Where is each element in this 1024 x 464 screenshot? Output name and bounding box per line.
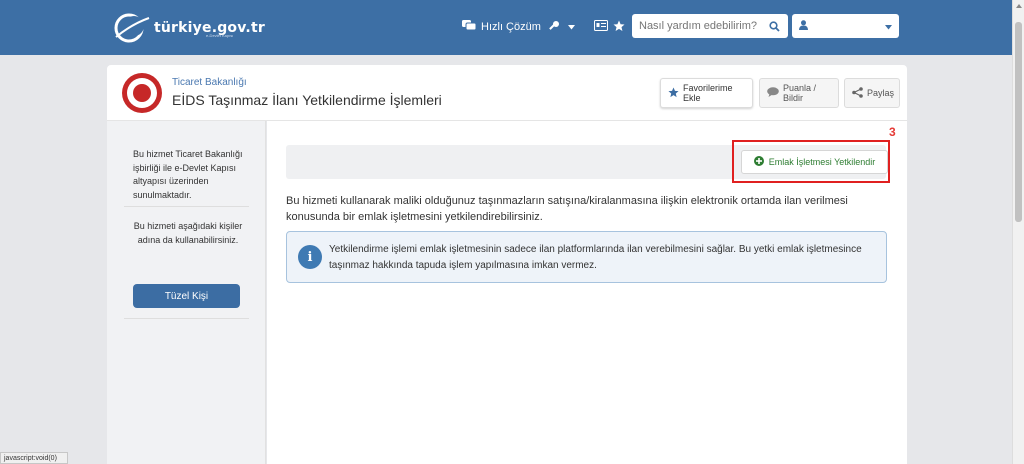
key-menu-button[interactable] xyxy=(548,16,575,38)
id-card-button[interactable] xyxy=(594,16,608,38)
share-button[interactable]: Paylaş xyxy=(844,78,900,108)
info-alert: i Yetkilendirme işlemi emlak işletmesini… xyxy=(286,231,887,283)
authorize-agency-button[interactable]: Emlak İşletmesi Yetkilendir xyxy=(741,150,888,174)
ministry-seal-icon xyxy=(122,73,162,113)
info-alert-text: Yetkilendirme işlemi emlak işletmesinin … xyxy=(329,244,862,271)
search-box xyxy=(632,14,788,38)
browser-status-bar: javascript:void(0) xyxy=(0,452,68,464)
key-icon xyxy=(548,20,560,35)
comment-icon xyxy=(767,87,779,99)
add-to-favorites-button[interactable]: Favorilerime Ekle xyxy=(660,78,753,108)
turkiye-gov-logo[interactable]: türkiye.gov.tr xyxy=(112,12,265,44)
share-icon xyxy=(852,86,863,100)
user-icon xyxy=(799,17,808,35)
sidebar-divider xyxy=(124,206,249,207)
star-icon xyxy=(668,86,679,100)
crescent-logo-icon xyxy=(112,12,150,44)
rate-report-button[interactable]: Puanla / Bildir xyxy=(759,78,839,108)
favorites-star-button[interactable] xyxy=(613,16,625,38)
ministry-name[interactable]: Ticaret Bakanlığı xyxy=(172,77,247,88)
chat-icon xyxy=(462,20,477,34)
legal-entity-button[interactable]: Tüzel Kişi xyxy=(133,284,240,308)
step-number-annotation: 3 xyxy=(889,125,896,139)
service-header: Ticaret Bakanlığı EİDS Taşınmaz İlanı Ye… xyxy=(107,65,907,121)
page-title: EİDS Taşınmaz İlanı Yetkilendirme İşleml… xyxy=(172,92,442,108)
top-navbar: türkiye.gov.tr e-Devlet Kapısı Hızlı Çöz… xyxy=(0,0,1012,55)
sidebar: Bu hizmet Ticaret Bakanlığı işbirliği il… xyxy=(107,121,266,464)
search-icon[interactable] xyxy=(764,20,784,32)
star-icon xyxy=(613,20,625,35)
share-label: Paylaş xyxy=(867,88,895,98)
rate-report-label: Puanla / Bildir xyxy=(783,83,817,103)
page-scrollbar[interactable] xyxy=(1012,0,1024,464)
main-content: 3 Emlak İşletmesi Yetkilendir Bu hizmeti… xyxy=(267,121,907,464)
chevron-down-icon xyxy=(885,17,892,35)
scroll-up-arrow-icon[interactable] xyxy=(1016,4,1022,8)
authorize-agency-label: Emlak İşletmesi Yetkilendir xyxy=(768,157,876,167)
id-card-icon xyxy=(594,20,608,34)
user-menu-dropdown[interactable] xyxy=(792,14,899,38)
quick-solution-label: Hızlı Çözüm xyxy=(481,21,541,33)
provider-info-text: Bu hizmet Ticaret Bakanlığı işbirliği il… xyxy=(133,149,243,200)
sidebar-divider xyxy=(124,318,249,319)
scroll-thumb[interactable] xyxy=(1015,22,1022,222)
plus-circle-icon xyxy=(753,156,764,168)
search-input[interactable] xyxy=(632,20,764,32)
service-description: Bu hizmeti kullanarak maliki olduğunuz t… xyxy=(286,195,848,223)
info-icon: i xyxy=(298,245,322,269)
audience-info-text: Bu hizmeti aşağıdaki kişiler adına da ku… xyxy=(133,221,243,245)
add-to-favorites-label: Favorilerime Ekle xyxy=(683,83,733,103)
logo-subtext: e-Devlet Kapısı xyxy=(206,33,234,38)
caret-down-icon xyxy=(568,21,575,33)
quick-solution-button[interactable]: Hızlı Çözüm xyxy=(462,16,541,38)
